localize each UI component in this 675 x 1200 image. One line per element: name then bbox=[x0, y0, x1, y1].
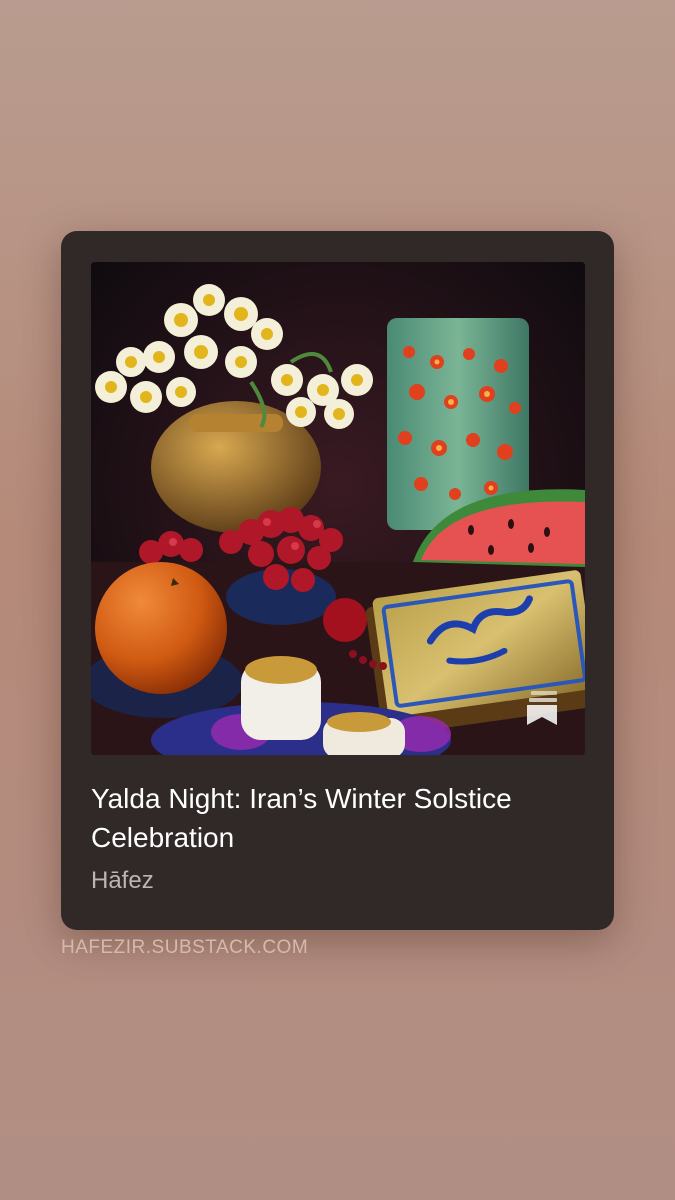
post-title[interactable]: Yalda Night: Iran’s Winter Solstice Cele… bbox=[91, 779, 585, 857]
source-domain: HAFEZIR.SUBSTACK.COM bbox=[61, 937, 309, 958]
yalda-still-life-illustration bbox=[91, 262, 585, 755]
post-card[interactable]: Yalda Night: Iran’s Winter Solstice Cele… bbox=[61, 231, 614, 930]
post-cover-image[interactable] bbox=[91, 262, 585, 755]
bookmark-stack-icon[interactable] bbox=[523, 687, 563, 727]
post-author: Hāfez bbox=[91, 867, 154, 894]
